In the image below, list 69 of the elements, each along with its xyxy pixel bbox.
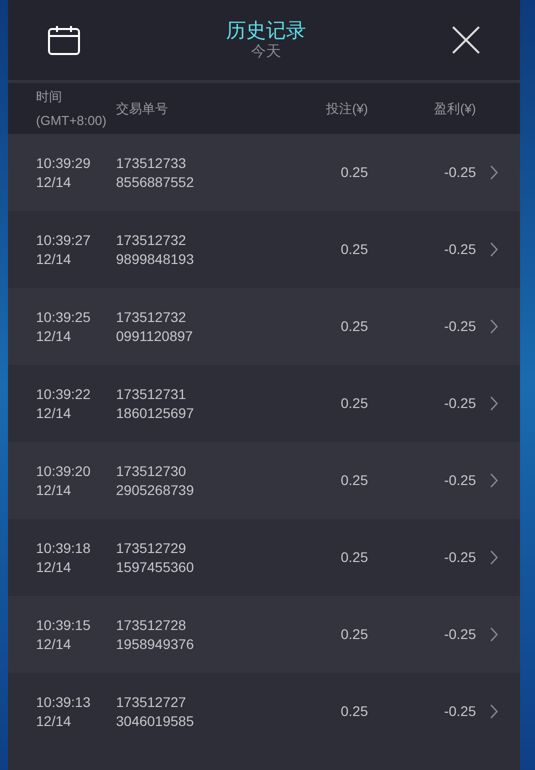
table-cell-text: 12/14 [36, 326, 72, 346]
column-header: 时间 [36, 88, 63, 106]
table-cell-text: 10:39:18 [36, 538, 92, 558]
table-cell-text: -0.25 [443, 240, 476, 259]
chevron-right-icon [490, 704, 498, 719]
chevron-right-icon [490, 165, 498, 180]
table-cell-text: 0.25 [340, 317, 368, 336]
table-cell-text: 12/14 [36, 712, 72, 730]
table-cell-text: 173512732 [116, 230, 188, 250]
chevron-right-icon [490, 396, 498, 411]
table-cell-text: 0.25 [340, 394, 368, 413]
table-cell-text: 12/14 [36, 404, 72, 422]
table-cell-text: -0.25 [443, 317, 476, 336]
table-cell-text: 173512731 [116, 384, 188, 404]
table-cell-text: 10:39:29 [36, 154, 92, 172]
table-cell-text: 173512728 [116, 616, 188, 634]
table-cell-text: 10:39:25 [36, 308, 92, 326]
subtitle: 今天 [251, 43, 281, 61]
table-cell-text: 1958949376 [116, 634, 195, 654]
table-cell-text: -0.25 [443, 548, 476, 567]
table-cell-text: 0.25 [340, 625, 368, 644]
table-cell-text: 10:39:20 [36, 462, 92, 480]
chevron-right-icon [490, 319, 498, 334]
table-cell-text: 1597455360 [116, 558, 195, 576]
table-cell-text: 0.25 [340, 240, 368, 259]
table-cell-text: 3046019585 [116, 712, 195, 730]
table-cell-text: 2905268739 [116, 480, 195, 500]
window-title: 历史记录 [226, 19, 306, 43]
chevron-right-icon [490, 242, 498, 257]
table-cell-text: 173512729 [116, 538, 188, 558]
chevron-right-icon [490, 473, 498, 488]
history-row[interactable]: 10:39:15 12/14 173512728 1958949376 0.25 -0.25 [8, 596, 520, 673]
history-row[interactable]: 10:39:25 12/14 173512732 0991120897 0.25 -0.25 [8, 288, 520, 365]
table-cell-text: 173512727 [116, 692, 188, 712]
table-cell-text: -0.25 [443, 394, 476, 413]
column-header: (GMT+8:00) [36, 112, 108, 130]
chevron-right-icon [490, 627, 498, 642]
history-row[interactable]: 10:39:20 12/14 173512730 2905268739 0.25 -0.25 [8, 442, 520, 519]
table-cell-text: 10:39:15 [36, 616, 92, 634]
table-cell-text: 0.25 [340, 548, 368, 567]
table-cell-text: 9899848193 [116, 250, 195, 268]
chevron-right-icon [490, 550, 498, 565]
table-cell-text: 10:39:27 [36, 230, 92, 250]
table-cell-text: 12/14 [36, 634, 72, 654]
table-cell-text: 12/14 [36, 480, 72, 500]
column-header: 投注(¥) [325, 100, 368, 118]
table-cell-text: 1860125697 [116, 404, 195, 422]
column-header: 交易单号 [116, 100, 169, 118]
column-header: 盈利(¥) [433, 100, 476, 118]
table-cell-text: 10:39:22 [36, 384, 92, 404]
calendar-icon[interactable] [48, 25, 80, 55]
table-cell-text: -0.25 [443, 702, 476, 721]
table-cell-text: 10:39:13 [36, 692, 92, 712]
table-cell-text: 173512732 [116, 308, 188, 326]
history-row[interactable]: 10:39:29 12/14 173512733 8556887552 0.25 -0.25 [8, 134, 520, 211]
table-cell-text: -0.25 [443, 625, 476, 644]
table-cell-text: 0.25 [340, 163, 368, 182]
table-cell-text: -0.25 [443, 471, 476, 490]
table-cell-text: 0.25 [340, 471, 368, 490]
table-cell-text: 0.25 [340, 702, 368, 721]
table-cell-text: 12/14 [36, 250, 72, 268]
table-cell-text: 173512730 [116, 462, 188, 480]
close-icon[interactable] [452, 26, 480, 54]
table-cell-text: 8556887552 [116, 172, 195, 192]
table-cell-text: 0991120897 [116, 326, 194, 346]
table-cell-text: 12/14 [36, 172, 72, 192]
table-cell-text: -0.25 [443, 163, 476, 182]
table-cell-text: 173512733 [116, 154, 188, 172]
table-cell-text: 12/14 [36, 558, 72, 576]
